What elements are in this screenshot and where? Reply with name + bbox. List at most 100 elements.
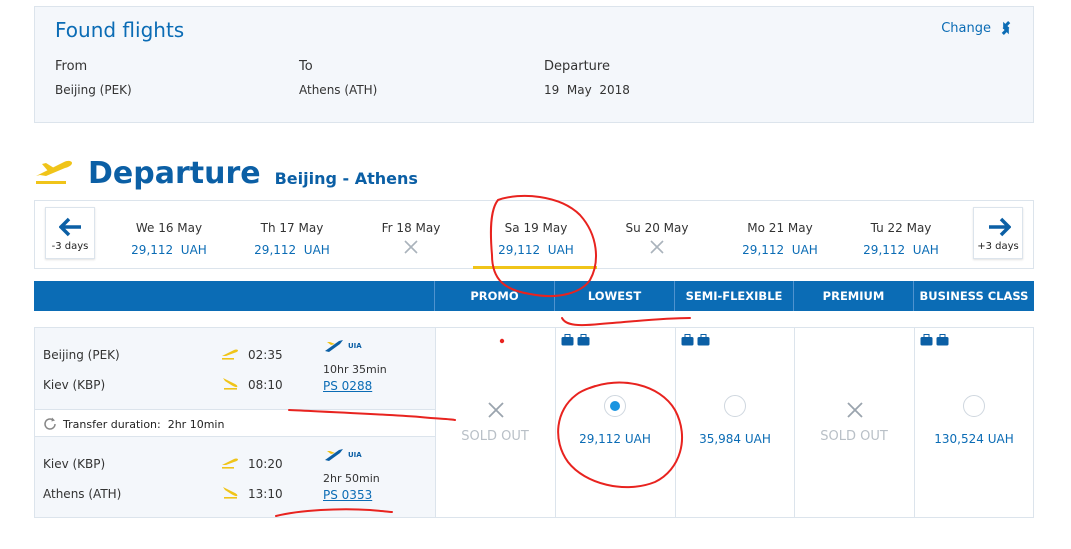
departure-time: 10:20: [248, 457, 283, 471]
departure-block: Departure 19 May 2018: [544, 59, 630, 97]
from-block: From Beijing (PEK): [55, 59, 132, 97]
unavailable-x-icon: [404, 240, 418, 254]
suitcase-icon: [936, 334, 949, 346]
fare-radio-business[interactable]: [963, 395, 985, 417]
uia-logo-icon: [325, 449, 343, 461]
takeoff-icon: [222, 458, 238, 469]
itinerary: Beijing (PEK) 02:35 Kiev (KBP) 08:10 UIA…: [35, 328, 435, 517]
date-price: 29,112 UAH: [498, 243, 574, 257]
fare-class-header: PROMO LOWEST AVAILABLE SEMI-FLEXIBLE PRE…: [34, 281, 1034, 333]
fare-radio-semi-flexible[interactable]: [724, 395, 746, 417]
arrival-time: 08:10: [248, 378, 283, 392]
airline-logo: UIA: [323, 338, 362, 354]
baggage-icons: [920, 334, 949, 346]
departure-value: 19 May 2018: [544, 83, 630, 97]
fare-cell-semi-flexible[interactable]: 35,984 UAH: [675, 328, 794, 517]
arrival-time: 13:10: [248, 487, 283, 501]
fare-cell-business[interactable]: 130,524 UAH: [914, 328, 1034, 517]
suitcase-icon: [920, 334, 933, 346]
date-label: Fr 18 May: [381, 221, 441, 235]
airline-name: UIA: [348, 451, 362, 459]
date-price: 29,112 UAH: [254, 243, 330, 257]
date-option-wed-16[interactable]: We 16 May 29,112 UAH: [114, 221, 224, 257]
departure-time: 02:35: [248, 348, 283, 362]
takeoff-icon: [222, 349, 238, 360]
sold-out-x-icon: [488, 402, 504, 418]
uia-logo-icon: [325, 340, 343, 352]
date-label: Sa 19 May: [504, 221, 568, 235]
segment-destination: Kiev (KBP): [43, 378, 106, 392]
to-block: To Athens (ATH): [299, 59, 377, 97]
to-value: Athens (ATH): [299, 83, 378, 97]
departure-label: Departure: [544, 59, 610, 74]
to-label: To: [299, 59, 313, 74]
date-label: Mo 21 May: [747, 221, 813, 235]
fare-status: SOLD OUT: [820, 429, 888, 444]
fare-radio-lowest[interactable]: [604, 395, 626, 417]
prev-days-label: -3 days: [51, 241, 89, 252]
date-option-tue-22[interactable]: Tu 22 May 29,112 UAH: [846, 221, 956, 257]
takeoff-plane-icon: [36, 160, 72, 184]
date-option-sun-20: Su 20 May: [602, 221, 712, 254]
sold-out-x-icon: [847, 402, 863, 418]
airline-name: UIA: [348, 342, 362, 350]
transfer-refresh-icon: [44, 417, 56, 430]
fare-price[interactable]: 130,524 UAH: [915, 432, 1033, 446]
date-label: We 16 May: [135, 221, 203, 235]
date-option-fri-18: Fr 18 May: [356, 221, 466, 254]
fare-cell-promo: SOLD OUT: [435, 328, 555, 517]
departure-heading: Departure Beijing - Athens: [34, 150, 418, 190]
next-days-button[interactable]: +3 days: [973, 207, 1023, 259]
summary-title: Found flights: [55, 18, 185, 42]
baggage-icons: [681, 334, 710, 346]
fare-price[interactable]: 35,984 UAH: [676, 432, 794, 446]
flight-number-link[interactable]: PS 0353: [323, 488, 372, 502]
fare-header-semi-flexible: SEMI-FLEXIBLE: [674, 281, 793, 311]
fare-cell-premium: SOLD OUT: [794, 328, 914, 517]
next-days-label: +3 days: [977, 241, 1019, 252]
unavailable-x-icon: [650, 240, 664, 254]
from-value: Beijing (PEK): [55, 83, 132, 97]
date-price: 29,112 UAH: [863, 243, 939, 257]
change-button[interactable]: Change: [941, 19, 1013, 37]
departure-title: Departure: [88, 156, 261, 191]
segment-origin: Kiev (KBP): [43, 457, 106, 471]
flight-option: Beijing (PEK) 02:35 Kiev (KBP) 08:10 UIA…: [34, 327, 1034, 518]
suitcase-icon: [681, 334, 694, 346]
suitcase-icon: [697, 334, 710, 346]
flight-number-link[interactable]: PS 0288: [323, 379, 372, 393]
transfer-duration: Transfer duration: 2hr 10min: [63, 418, 225, 431]
date-label: Tu 22 May: [870, 221, 932, 235]
airline-logo: UIA: [323, 447, 362, 463]
change-label: Change: [941, 20, 991, 36]
date-option-mon-21[interactable]: Mo 21 May 29,112 UAH: [725, 221, 835, 257]
fare-header-business: BUSINESS CLASS: [913, 281, 1034, 311]
suitcase-icon: [577, 334, 590, 346]
transfer-row: Transfer duration: 2hr 10min: [35, 409, 435, 437]
swap-icon: [1001, 21, 1011, 35]
flight-duration: 10hr 35min: [323, 363, 387, 376]
fare-cell-lowest[interactable]: 29,112 UAH: [555, 328, 675, 517]
suitcase-icon: [561, 334, 574, 346]
departure-route: Beijing - Athens: [274, 169, 418, 188]
landing-icon: [223, 487, 238, 499]
fare-status: SOLD OUT: [461, 429, 529, 444]
segment-origin: Beijing (PEK): [43, 348, 120, 362]
date-option-sat-19[interactable]: Sa 19 May 29,112 UAH: [481, 221, 591, 257]
from-label: From: [55, 59, 88, 74]
date-option-thu-17[interactable]: Th 17 May 29,112 UAH: [237, 221, 347, 257]
selected-date-indicator: [473, 266, 597, 269]
search-summary: Found flights Change From Beijing (PEK) …: [34, 6, 1034, 123]
date-carousel: -3 days We 16 May 29,112 UAH Th 17 May 2…: [34, 200, 1034, 269]
date-price: 29,112 UAH: [742, 243, 818, 257]
flight-duration: 2hr 50min: [323, 472, 380, 485]
prev-days-button[interactable]: -3 days: [45, 207, 95, 259]
landing-icon: [223, 378, 238, 390]
date-price: 29,112 UAH: [131, 243, 207, 257]
arrow-right-icon: [989, 217, 1011, 237]
date-label: Su 20 May: [625, 221, 689, 235]
fare-header-lowest: LOWEST AVAILABLE: [554, 281, 674, 333]
fare-price[interactable]: 29,112 UAH: [556, 432, 674, 446]
date-label: Th 17 May: [260, 221, 324, 235]
segment-destination: Athens (ATH): [43, 487, 122, 501]
